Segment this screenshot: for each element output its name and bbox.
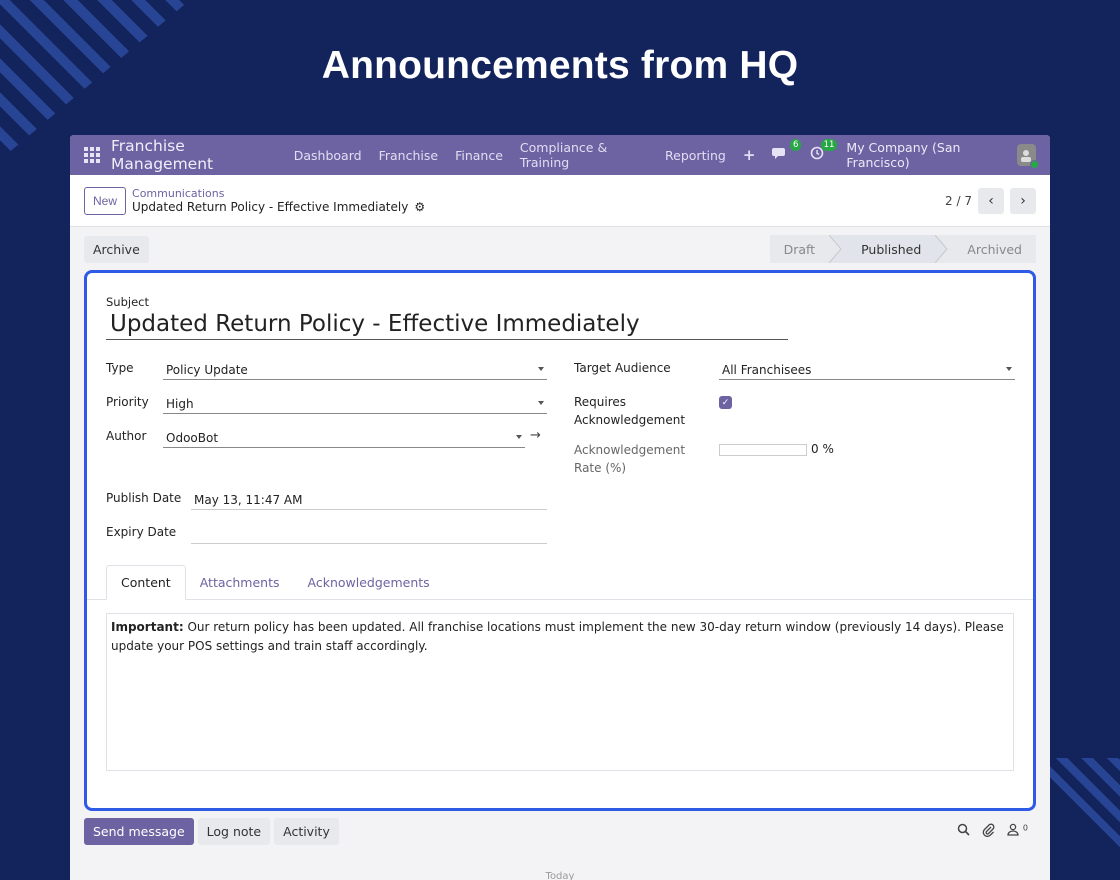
activities-count-badge: 11 — [820, 139, 838, 151]
type-chevron-down-icon — [538, 367, 544, 371]
target-audience-chevron-down-icon — [1006, 367, 1012, 371]
menu-reporting[interactable]: Reporting — [665, 148, 726, 163]
priority-chevron-down-icon — [538, 401, 544, 405]
priority-value: High — [166, 396, 194, 411]
followers-count: 0 — [1022, 823, 1028, 833]
chatter-toolbar: Send message Log note Activity 0 — [84, 818, 1036, 845]
tab-acknowledgements[interactable]: Acknowledgements — [294, 565, 444, 600]
content-editor[interactable]: Important: Our return policy has been up… — [106, 613, 1014, 771]
publish-date-input[interactable]: May 13, 11:47 AM — [191, 490, 547, 510]
send-message-button[interactable]: Send message — [84, 818, 194, 845]
breadcrumb-current: Updated Return Policy - Effective Immedi… — [132, 200, 425, 214]
publish-date-value: May 13, 11:47 AM — [194, 492, 303, 507]
ack-rate-text: 0 % — [811, 442, 834, 456]
tab-content[interactable]: Content — [106, 565, 186, 600]
hero-title: Announcements from HQ — [321, 44, 799, 87]
app-window: Franchise Management Dashboard Franchise… — [70, 135, 1050, 880]
menu-add-icon[interactable]: + — [743, 146, 756, 164]
breadcrumb: Communications Updated Return Policy - E… — [132, 187, 425, 214]
requires-ack-label-line1: Requires — [574, 395, 627, 409]
today-separator: Today — [545, 871, 575, 880]
author-chevron-down-icon — [516, 435, 522, 439]
online-status-dot — [1030, 160, 1039, 169]
content-important-label: Important: — [111, 620, 184, 634]
menu-compliance-training[interactable]: Compliance & Training — [520, 140, 648, 170]
notebook-tabs: Content Attachments Acknowledgements — [106, 565, 444, 600]
followers-icon[interactable]: 0 — [1007, 823, 1028, 841]
type-value: Policy Update — [166, 362, 248, 377]
subject-input[interactable]: Updated Return Policy - Effective Immedi… — [106, 311, 788, 340]
control-panel: New Communications Updated Return Policy… — [70, 175, 1050, 227]
tab-attachments[interactable]: Attachments — [186, 565, 294, 600]
priority-label: Priority — [106, 395, 149, 409]
chatter-icons: 0 — [957, 823, 1036, 841]
ack-rate-label-line2: Rate (%) — [574, 461, 627, 475]
messages-icon[interactable]: 6 — [772, 139, 802, 164]
form-sheet: Subject Updated Return Policy - Effectiv… — [84, 270, 1036, 811]
target-audience-select[interactable]: All Franchisees — [719, 360, 1015, 380]
target-audience-value: All Franchisees — [722, 362, 812, 377]
apps-grid-icon[interactable] — [84, 147, 100, 163]
author-value: OdooBot — [166, 430, 219, 445]
menu-finance[interactable]: Finance — [455, 148, 503, 163]
target-audience-label: Target Audience — [574, 361, 671, 375]
navbar-systray: 6 11 My Company (San Francisco) — [772, 139, 1039, 170]
stage-separator — [829, 235, 844, 263]
ack-rate-label-line1: Acknowledgement — [574, 443, 686, 457]
stage-published[interactable]: Published — [843, 235, 936, 263]
activities-clock-icon[interactable]: 11 — [810, 139, 838, 164]
top-navbar: Franchise Management Dashboard Franchise… — [70, 135, 1050, 175]
requires-ack-label-line2: Acknowledgement — [574, 413, 686, 427]
ack-rate-label: Acknowledgement Rate (%) — [574, 441, 685, 477]
status-row: Archive Draft Published Archived — [70, 227, 1050, 271]
company-switcher[interactable]: My Company (San Francisco) — [846, 140, 1004, 170]
pager-previous-button[interactable]: ‹ — [978, 187, 1004, 214]
breadcrumb-current-label: Updated Return Policy - Effective Immedi… — [132, 200, 409, 214]
menu-franchise[interactable]: Franchise — [379, 148, 438, 163]
stage-draft[interactable]: Draft — [769, 235, 830, 263]
ack-rate-progressbar — [719, 444, 807, 456]
stage-separator — [935, 235, 950, 263]
author-select[interactable]: OdooBot — [163, 428, 525, 448]
messages-count-badge: 6 — [789, 139, 802, 151]
paperclip-icon[interactable] — [982, 823, 995, 841]
user-avatar[interactable] — [1016, 144, 1039, 169]
stage-archived[interactable]: Archived — [949, 235, 1036, 263]
pager-value[interactable]: 2 / 7 — [945, 194, 972, 208]
stage-statusbar: Draft Published Archived — [769, 235, 1036, 263]
new-button[interactable]: New — [84, 186, 127, 215]
content-body: Our return policy has been updated. All … — [111, 620, 1004, 653]
breadcrumb-parent-link[interactable]: Communications — [132, 187, 425, 200]
requires-ack-label: Requires Acknowledgement — [574, 393, 685, 429]
archive-button[interactable]: Archive — [84, 235, 149, 263]
menu-dashboard[interactable]: Dashboard — [294, 148, 362, 163]
author-label: Author — [106, 429, 147, 443]
type-select[interactable]: Policy Update — [163, 360, 547, 380]
pager: 2 / 7 ‹ › — [945, 187, 1036, 214]
publish-date-label: Publish Date — [106, 491, 182, 505]
priority-select[interactable]: High — [163, 394, 547, 414]
log-note-button[interactable]: Log note — [197, 818, 271, 845]
activity-button[interactable]: Activity — [274, 818, 339, 845]
type-label: Type — [106, 361, 134, 375]
expiry-date-label: Expiry Date — [106, 525, 177, 539]
gear-icon[interactable]: ⚙ — [414, 200, 425, 214]
subject-label: Subject — [106, 295, 149, 309]
app-brand[interactable]: Franchise Management — [111, 137, 276, 173]
pager-next-button[interactable]: › — [1010, 187, 1036, 214]
requires-ack-checkbox[interactable]: ✓ — [719, 396, 732, 409]
expiry-date-input[interactable] — [191, 524, 547, 544]
author-open-arrow-icon[interactable]: → — [530, 428, 541, 443]
search-icon[interactable] — [957, 823, 970, 841]
